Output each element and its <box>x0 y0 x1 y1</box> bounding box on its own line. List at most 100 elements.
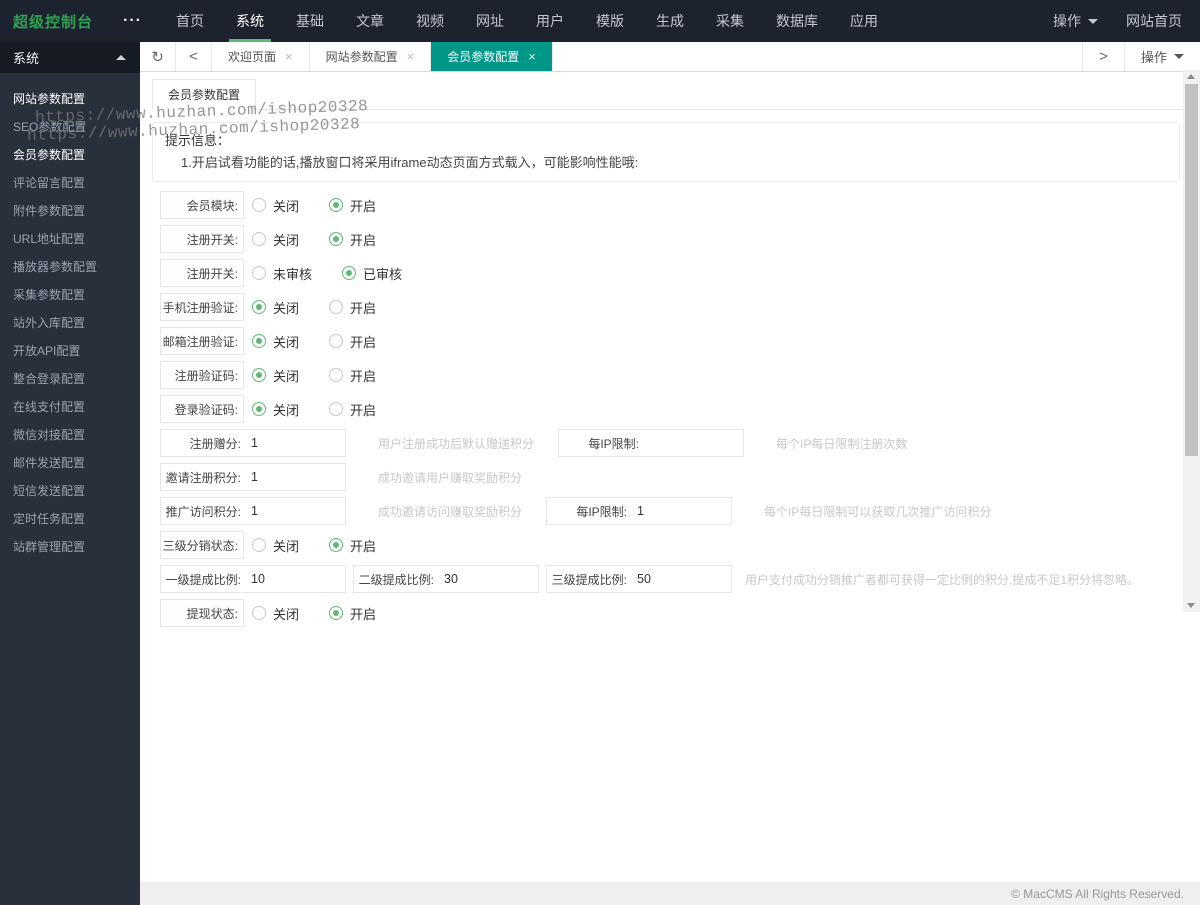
scroll-up-arrow-icon[interactable] <box>1187 74 1195 79</box>
topnav-item-数据库[interactable]: 数据库 <box>769 0 825 42</box>
text-input[interactable] <box>241 566 345 592</box>
radio-unchecked-icon[interactable] <box>252 198 266 212</box>
sidebar-item-在线支付配置[interactable]: 在线支付配置 <box>0 393 140 421</box>
copyright-text: © MacCMS All Rights Reserved. <box>1011 886 1184 901</box>
caret-down-icon <box>1174 54 1184 59</box>
radio-unchecked-icon[interactable] <box>329 300 344 314</box>
radio-option-关闭[interactable]: 关闭 <box>252 536 299 555</box>
inner-tab-member-config[interactable]: 会员参数配置 <box>152 79 257 110</box>
scrollbar-thumb[interactable] <box>1185 84 1198 456</box>
radio-option-未审核[interactable]: 未审核 <box>252 264 312 283</box>
radio-unchecked-icon[interactable] <box>252 606 266 620</box>
topnav-item-模版[interactable]: 模版 <box>589 0 631 42</box>
radio-checked-icon[interactable] <box>252 368 266 382</box>
sidebar-item-附件参数配置[interactable]: 附件参数配置 <box>0 197 140 225</box>
radio-option-关闭[interactable]: 关闭 <box>252 400 299 419</box>
topnav-item-生成[interactable]: 生成 <box>649 0 691 42</box>
sidebar-item-URL地址配置[interactable]: URL地址配置 <box>0 225 140 253</box>
sidebar-item-站群管理配置[interactable]: 站群管理配置 <box>0 533 140 561</box>
topbar-action-dropdown[interactable]: 操作 <box>1053 11 1098 31</box>
sidebar-item-评论留言配置[interactable]: 评论留言配置 <box>0 169 140 197</box>
topnav-item-基础[interactable]: 基础 <box>289 0 331 42</box>
site-home-link[interactable]: 网站首页 <box>1126 11 1182 31</box>
text-input[interactable] <box>434 566 538 592</box>
radio-option-关闭[interactable]: 关闭 <box>252 604 299 623</box>
topnav-item-应用[interactable]: 应用 <box>843 0 885 42</box>
text-input[interactable] <box>627 566 731 592</box>
topnav-item-用户[interactable]: 用户 <box>529 0 571 42</box>
radio-checked-icon[interactable] <box>252 334 266 348</box>
tab-actions-dropdown[interactable]: 操作 <box>1124 42 1200 71</box>
radio-option-开启[interactable]: 开启 <box>329 196 376 215</box>
tab-label: 会员参数配置 <box>447 50 520 64</box>
radio-option-开启[interactable]: 开启 <box>329 400 376 419</box>
radio-option-已审核[interactable]: 已审核 <box>342 264 402 283</box>
sidebar-menu: 网站参数配置 SEO参数配置 会员参数配置 评论留言配置 附件参数配置 URL地址配置 播放… <box>0 73 140 561</box>
sidebar-item-播放器参数配置[interactable]: 播放器参数配置 <box>0 253 140 281</box>
radio-unchecked-icon[interactable] <box>252 538 266 552</box>
content-scrollbar[interactable] <box>1183 70 1200 612</box>
topnav-item-首页[interactable]: 首页 <box>169 0 211 42</box>
app-logo[interactable]: 超级控制台 <box>13 11 93 32</box>
radio-option-关闭[interactable]: 关闭 <box>252 332 299 351</box>
close-tab-icon[interactable]: × <box>528 49 536 64</box>
tab-欢迎页面[interactable]: 欢迎页面 × <box>212 42 310 71</box>
topnav-item-网址[interactable]: 网址 <box>469 0 511 42</box>
sidebar-item-网站参数配置[interactable]: 网站参数配置 <box>0 85 140 113</box>
topnav-item-采集[interactable]: 采集 <box>709 0 751 42</box>
text-input[interactable] <box>627 498 732 524</box>
sidebar-item-站外入库配置[interactable]: 站外入库配置 <box>0 309 140 337</box>
tab-网站参数配置[interactable]: 网站参数配置 × <box>310 42 432 71</box>
radio-option-关闭[interactable]: 关闭 <box>252 366 299 385</box>
topnav-item-文章[interactable]: 文章 <box>349 0 391 42</box>
radio-checked-icon[interactable] <box>252 402 266 416</box>
sidebar-item-采集参数配置[interactable]: 采集参数配置 <box>0 281 140 309</box>
text-input[interactable] <box>241 430 345 456</box>
topnav-item-视频[interactable]: 视频 <box>409 0 451 42</box>
radio-unchecked-icon[interactable] <box>329 402 344 416</box>
sidebar-item-会员参数配置[interactable]: 会员参数配置 <box>0 141 140 169</box>
sidebar-item-整合登录配置[interactable]: 整合登录配置 <box>0 365 140 393</box>
radio-option-开启[interactable]: 开启 <box>329 230 376 249</box>
refresh-tab-button[interactable]: ↻ <box>140 42 176 71</box>
sidebar-item-微信对接配置[interactable]: 微信对接配置 <box>0 421 140 449</box>
topnav-item-系统[interactable]: 系统 <box>229 0 271 42</box>
radio-unchecked-icon[interactable] <box>252 232 266 246</box>
scroll-tabs-left-button[interactable]: < <box>176 42 212 71</box>
text-input[interactable] <box>241 464 345 490</box>
sidebar-item-SEO参数配置[interactable]: SEO参数配置 <box>0 113 140 141</box>
radio-option-开启[interactable]: 开启 <box>329 366 376 385</box>
sidebar-group-title: 系统 <box>13 51 40 66</box>
radio-checked-icon[interactable] <box>329 606 344 620</box>
close-tab-icon[interactable]: × <box>285 49 293 64</box>
close-tab-icon[interactable]: × <box>407 49 415 64</box>
radio-option-开启[interactable]: 开启 <box>329 536 376 555</box>
radio-checked-icon[interactable] <box>329 232 344 246</box>
scroll-tabs-right-button[interactable]: > <box>1082 42 1124 71</box>
sidebar-item-定时任务配置[interactable]: 定时任务配置 <box>0 505 140 533</box>
radio-option-关闭[interactable]: 关闭 <box>252 196 299 215</box>
sidebar-item-邮件发送配置[interactable]: 邮件发送配置 <box>0 449 140 477</box>
scroll-down-arrow-icon[interactable] <box>1187 603 1195 608</box>
radio-option-开启[interactable]: 开启 <box>329 332 376 351</box>
radio-checked-icon[interactable] <box>252 300 266 314</box>
radio-unchecked-icon[interactable] <box>329 334 344 348</box>
radio-checked-icon[interactable] <box>342 266 357 280</box>
radio-checked-icon[interactable] <box>329 198 344 212</box>
radio-option-开启[interactable]: 开启 <box>329 604 376 623</box>
radio-unchecked-icon[interactable] <box>252 266 266 280</box>
radio-option-关闭[interactable]: 关闭 <box>252 230 299 249</box>
form-row: 一级提成比例: 二级提成比例: 三级提成比例: 用户支付成功分销推广者都可获得一定比例… <box>160 565 1185 593</box>
radio-unchecked-icon[interactable] <box>329 368 344 382</box>
radio-option-开启[interactable]: 开启 <box>329 298 376 317</box>
sidebar-item-开放API配置[interactable]: 开放API配置 <box>0 337 140 365</box>
radio-checked-icon[interactable] <box>329 538 344 552</box>
sidebar-group-system[interactable]: 系统 <box>0 42 140 73</box>
radio-option-关闭[interactable]: 关闭 <box>252 298 299 317</box>
more-icon[interactable]: ··· <box>123 13 142 29</box>
text-input[interactable] <box>241 498 345 524</box>
field-label: 每IP限制: <box>576 504 628 519</box>
text-input[interactable] <box>639 430 744 456</box>
sidebar-item-短信发送配置[interactable]: 短信发送配置 <box>0 477 140 505</box>
tab-会员参数配置[interactable]: 会员参数配置 × <box>431 42 553 71</box>
